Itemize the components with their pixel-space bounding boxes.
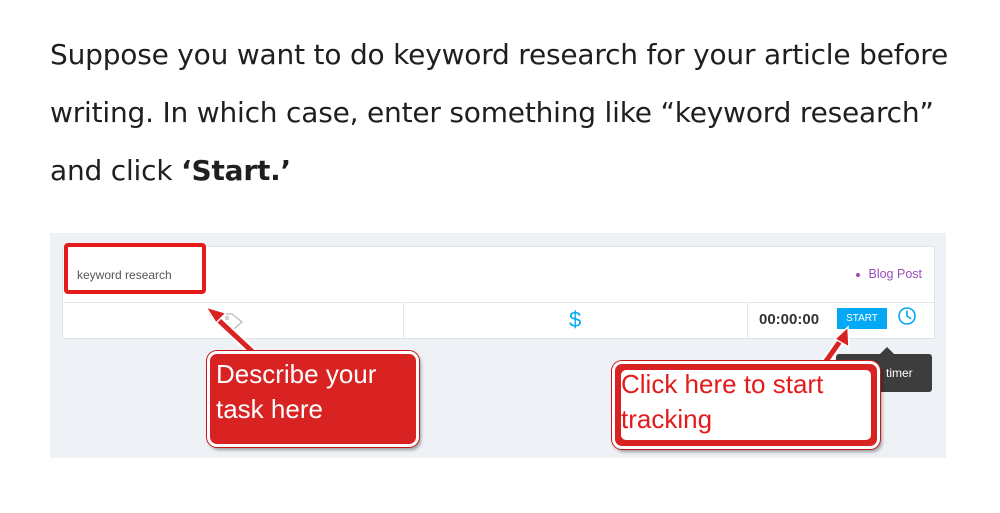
tracker-screenshot: keyword research Blog Post $ 00:00:00 ST… (50, 233, 946, 458)
paragraph-bold-start: ‘Start.’ (181, 154, 291, 187)
describe-task-callout: Describe your task here (207, 351, 419, 447)
describe-task-callout-text: Describe your task here (216, 359, 377, 424)
start-tracking-callout: Click here to start tracking (612, 361, 880, 449)
arrow-to-task-input (204, 305, 262, 361)
start-tracking-callout-text: Click here to start tracking (621, 369, 824, 434)
arrow-to-start-button (819, 325, 850, 369)
instruction-paragraph: Suppose you want to do keyword research … (50, 26, 970, 200)
